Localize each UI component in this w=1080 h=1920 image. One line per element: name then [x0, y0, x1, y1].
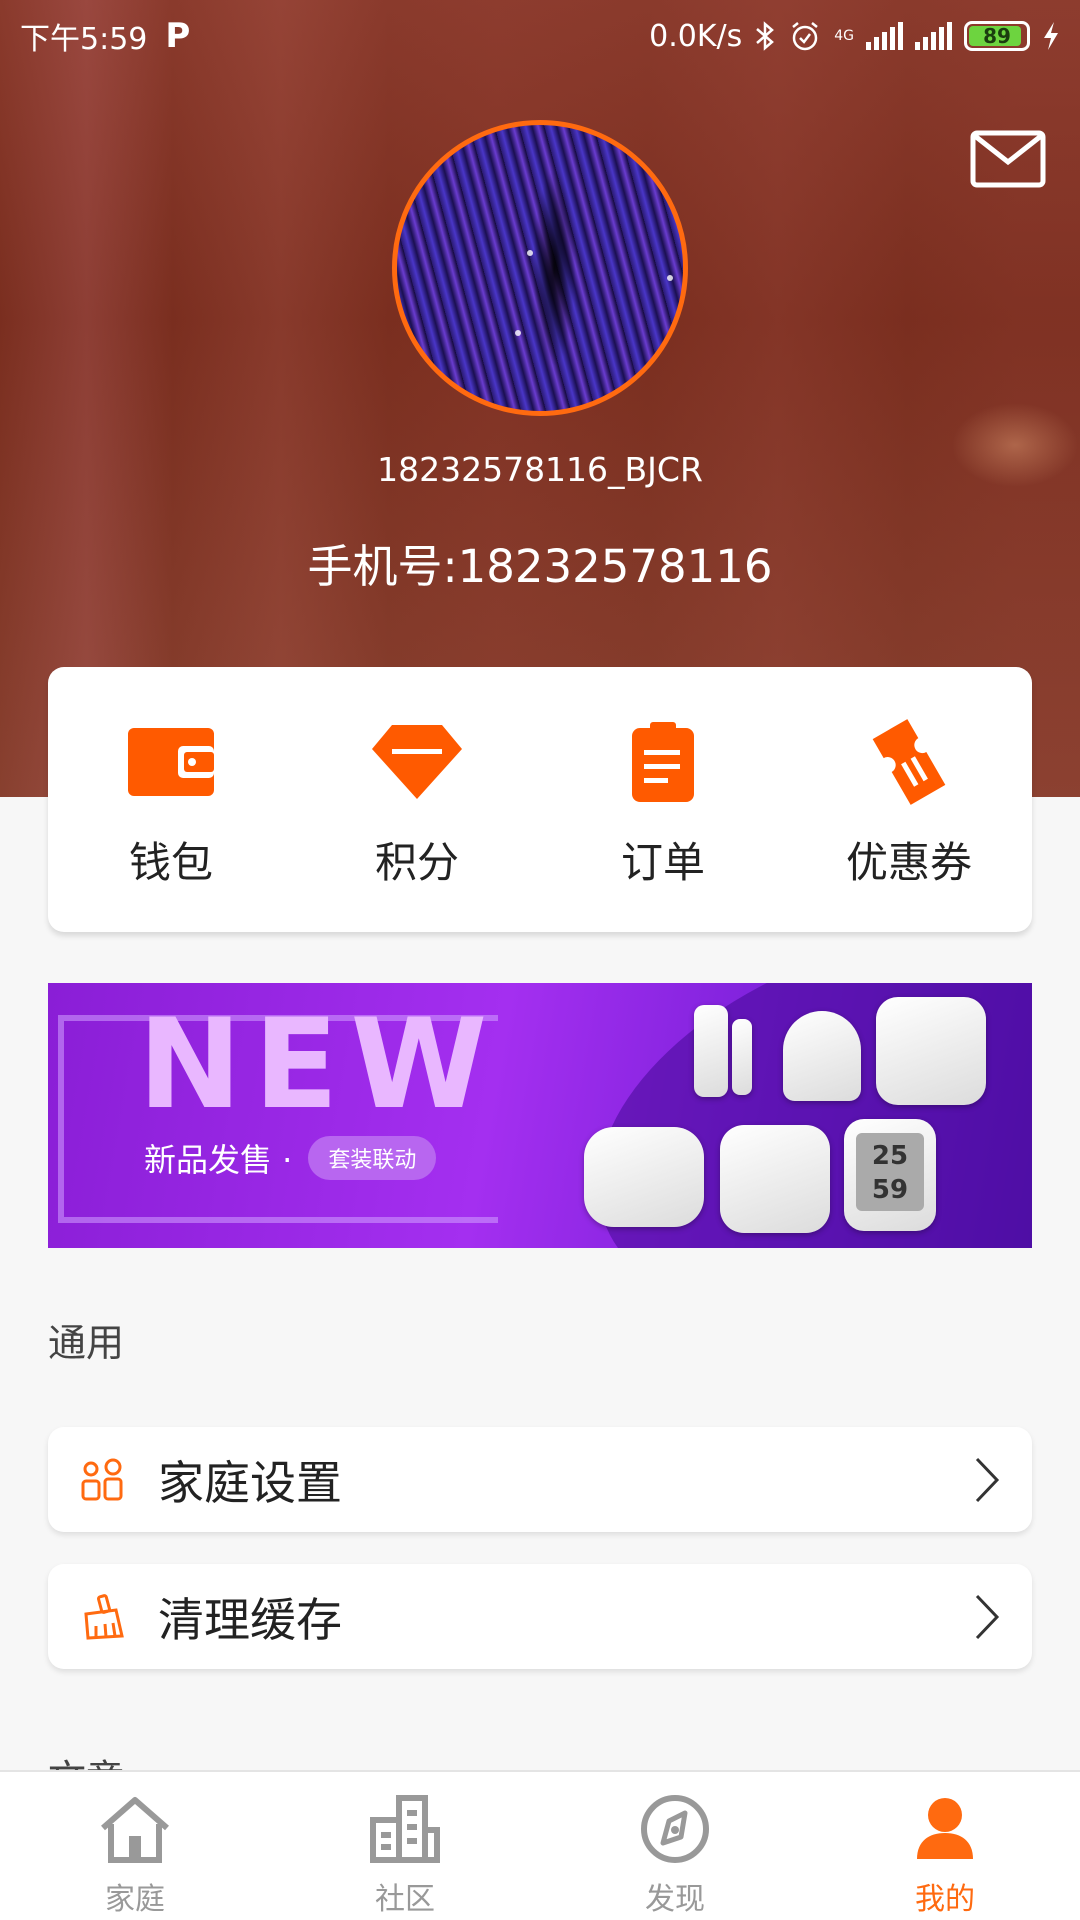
battery-icon: 89 — [964, 21, 1030, 51]
network-type: 4G — [834, 28, 854, 44]
status-bar: 下午5:59 P 0.0K/s 4G 89 — [0, 0, 1080, 72]
setting-row-family-settings[interactable]: 家庭设置 — [48, 1427, 1032, 1532]
nav-label: 家庭 — [105, 1882, 165, 1917]
profile-icon — [908, 1792, 982, 1866]
mail-icon[interactable] — [970, 130, 1046, 188]
quick-action-wallet[interactable]: 钱包 — [48, 667, 294, 932]
chevron-right-icon — [975, 1457, 1000, 1502]
signal-strength-icon — [866, 22, 903, 50]
username: 18232578116_BJCR — [377, 450, 703, 489]
chevron-right-icon — [975, 1594, 1000, 1639]
setting-label: 清理缓存 — [158, 1592, 342, 1647]
quick-action-orders[interactable]: 订单 — [540, 667, 786, 932]
alarm-icon — [792, 22, 819, 51]
new-products-banner[interactable]: NEW 新品发售 · 套装联动 25 59 — [48, 983, 1032, 1248]
bluetooth-icon — [756, 21, 775, 51]
network-speed: 0.0K/s — [649, 18, 743, 54]
banner-pill: 套装联动 — [308, 1136, 437, 1180]
order-clipboard-icon — [618, 717, 708, 807]
bottom-navigation: 家庭 社区 发现 我的 — [0, 1770, 1080, 1920]
quick-actions-card: 钱包 积分 订单 优惠券 — [48, 667, 1032, 932]
setting-row-clear-cache[interactable]: 清理缓存 — [48, 1564, 1032, 1669]
thermometer-image: 25 59 — [844, 1119, 936, 1231]
nav-tab-profile[interactable]: 我的 — [810, 1772, 1080, 1920]
door-sensor-magnet-image — [732, 1019, 752, 1095]
banner-subtitle: 新品发售 · — [144, 1141, 293, 1179]
banner-headline: NEW — [138, 993, 500, 1137]
quick-action-label: 钱包 — [128, 838, 213, 887]
quick-action-label: 优惠券 — [845, 838, 972, 887]
camera-sensor-image — [783, 1011, 861, 1101]
charging-icon — [1044, 22, 1058, 50]
nav-tab-discover[interactable]: 发现 — [540, 1772, 810, 1920]
coupon-icon — [864, 717, 954, 807]
motion-sensor-image — [720, 1125, 830, 1233]
banner-subtitle-row: 新品发售 · 套装联动 — [144, 1135, 437, 1181]
family-settings-icon — [78, 1455, 128, 1505]
community-building-icon — [368, 1792, 442, 1866]
quick-action-label: 积分 — [374, 838, 459, 887]
discover-compass-icon — [638, 1792, 712, 1866]
quick-action-points[interactable]: 积分 — [294, 667, 540, 932]
home-icon — [98, 1792, 172, 1866]
section-title-general: 通用 — [48, 1321, 125, 1365]
setting-label: 家庭设置 — [158, 1455, 342, 1510]
app-notification-icon: P — [165, 16, 191, 56]
nav-label: 发现 — [645, 1882, 705, 1917]
status-time: 下午5:59 — [20, 22, 148, 57]
avatar[interactable] — [392, 120, 688, 416]
battery-level: 89 — [983, 24, 1011, 48]
signal-strength-icon-2 — [915, 22, 952, 50]
points-diamond-icon — [372, 717, 462, 807]
nav-tab-home[interactable]: 家庭 — [0, 1772, 270, 1920]
thermometer-reading-1: 25 — [871, 1141, 909, 1171]
nav-tab-community[interactable]: 社区 — [270, 1772, 540, 1920]
door-sensor-image — [694, 1005, 728, 1097]
broom-icon — [78, 1592, 128, 1642]
phone-number: 手机号:18232578116 — [307, 540, 773, 593]
nav-label: 我的 — [915, 1882, 975, 1917]
thermometer-reading-2: 59 — [871, 1175, 909, 1205]
hub-image — [876, 997, 986, 1105]
nav-label: 社区 — [375, 1882, 435, 1917]
quick-action-coupons[interactable]: 优惠券 — [786, 667, 1032, 932]
wallet-icon — [126, 717, 216, 807]
quick-action-label: 订单 — [620, 838, 705, 887]
smoke-detector-image — [584, 1127, 704, 1227]
